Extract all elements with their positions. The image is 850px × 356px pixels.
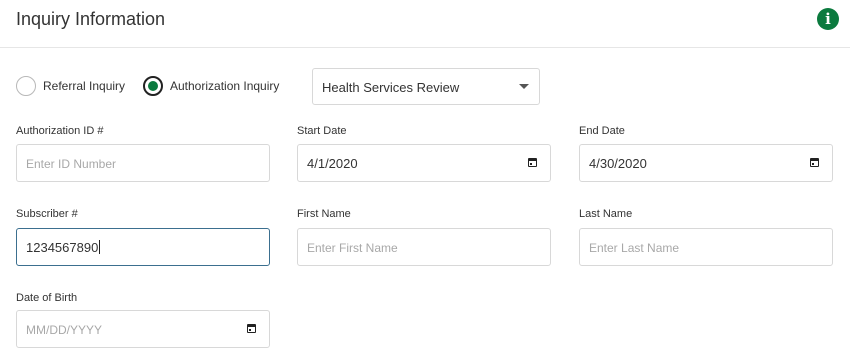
authorization-inquiry-radio[interactable]: Authorization Inquiry bbox=[143, 76, 279, 96]
first-name-label: First Name bbox=[297, 208, 351, 220]
radio-circle-selected[interactable] bbox=[143, 76, 163, 96]
subscriber-value-text: 1234567890 bbox=[26, 240, 99, 255]
authorization-id-placeholder: Enter ID Number bbox=[26, 157, 117, 171]
authorization-inquiry-label[interactable]: Authorization Inquiry bbox=[170, 79, 279, 93]
date-of-birth-placeholder: MM/DD/YYYY bbox=[26, 323, 103, 337]
first-name-input[interactable]: Enter First Name bbox=[297, 228, 551, 266]
calendar-icon[interactable] bbox=[247, 324, 256, 333]
end-date-label: End Date bbox=[579, 125, 625, 137]
referral-inquiry-label[interactable]: Referral Inquiry bbox=[43, 79, 125, 93]
first-name-placeholder: Enter First Name bbox=[307, 241, 398, 255]
referral-inquiry-radio[interactable]: Referral Inquiry bbox=[16, 76, 125, 96]
review-type-select[interactable]: Health Services Review bbox=[312, 68, 540, 105]
last-name-input[interactable]: Enter Last Name bbox=[579, 228, 833, 266]
end-date-value: 4/30/2020 bbox=[589, 156, 647, 171]
authorization-id-input[interactable]: Enter ID Number bbox=[16, 144, 270, 182]
radio-circle[interactable] bbox=[16, 76, 36, 96]
subscriber-value: 1234567890 bbox=[26, 240, 101, 255]
calendar-icon[interactable] bbox=[528, 158, 537, 167]
date-of-birth-input[interactable]: MM/DD/YYYY bbox=[16, 310, 270, 348]
date-of-birth-label: Date of Birth bbox=[16, 292, 78, 304]
authorization-id-label: Authorization ID # bbox=[16, 125, 104, 137]
start-date-input[interactable]: 4/1/2020 bbox=[297, 144, 551, 182]
text-cursor bbox=[99, 240, 101, 254]
subscriber-input[interactable]: 1234567890 bbox=[16, 228, 270, 266]
chevron-down-icon[interactable] bbox=[519, 84, 529, 89]
start-date-value: 4/1/2020 bbox=[307, 156, 358, 171]
section-header: Inquiry Information i bbox=[0, 0, 850, 48]
subscriber-label: Subscriber # bbox=[16, 208, 78, 220]
review-type-value: Health Services Review bbox=[322, 80, 460, 95]
info-icon[interactable]: i bbox=[817, 8, 839, 30]
last-name-placeholder: Enter Last Name bbox=[589, 241, 680, 255]
calendar-icon[interactable] bbox=[810, 158, 819, 167]
start-date-label: Start Date bbox=[297, 125, 347, 137]
end-date-input[interactable]: 4/30/2020 bbox=[579, 144, 833, 182]
section-title: Inquiry Information bbox=[16, 9, 166, 29]
last-name-label: Last Name bbox=[579, 208, 633, 220]
